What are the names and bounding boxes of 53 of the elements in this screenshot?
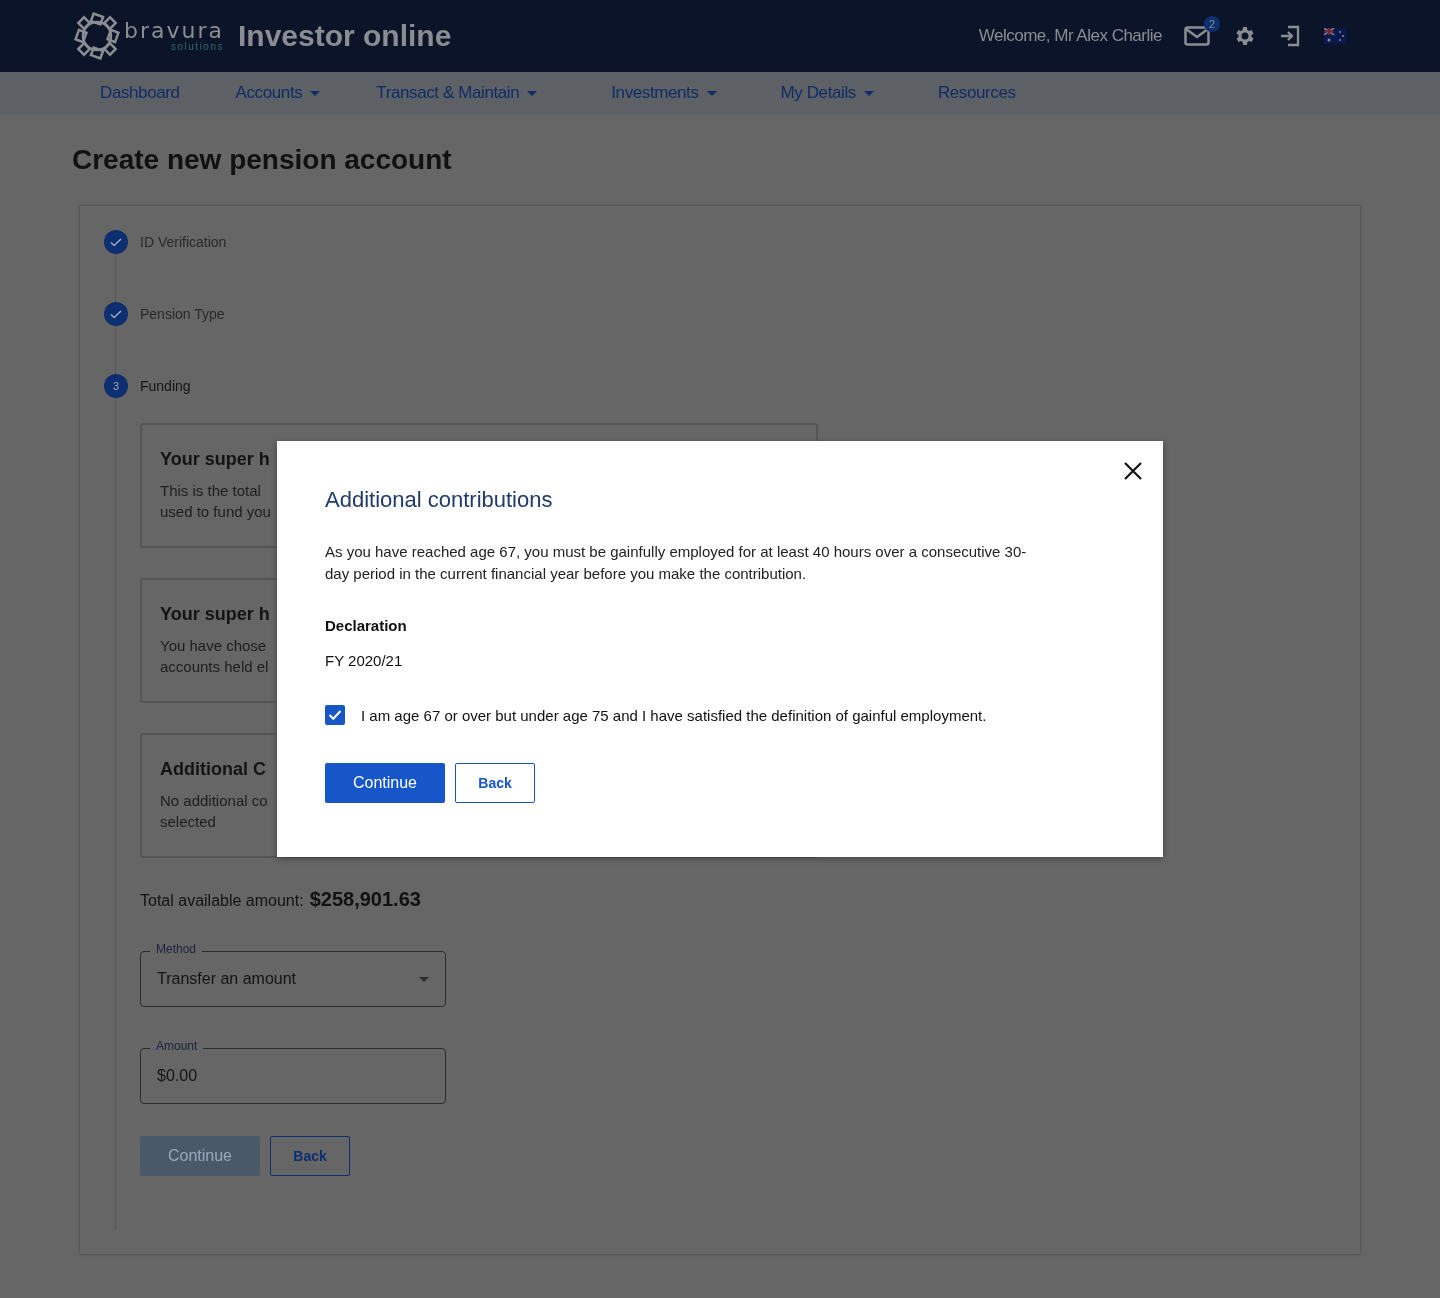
card-text: No additional co xyxy=(160,791,268,811)
checkbox-label: I am age 67 or over but under age 75 and I have satisfied the definition of gainful employment. xyxy=(361,706,987,724)
notification-badge: 2 xyxy=(1204,16,1220,32)
card-text: selected xyxy=(160,812,216,832)
mail-icon xyxy=(1184,26,1210,46)
nav-link[interactable]: Transact & Maintain xyxy=(376,83,538,103)
mail-button[interactable] xyxy=(1184,26,1210,46)
card-title: Additional C xyxy=(160,759,266,780)
step-label: ID Verification xyxy=(140,234,227,250)
nav-link[interactable]: Accounts xyxy=(235,83,321,103)
dialog-text: As you have reached age 67, you must be gainfully employed for at least 40 hours over a consecutive 30-day period in the current financial year before you make the contribution. xyxy=(325,542,1028,584)
card-text: This is the total xyxy=(160,481,261,501)
total-amount: $258,901.63 xyxy=(309,888,421,911)
welcome-text: Welcome, Mr Alex Charlie xyxy=(978,26,1162,46)
caret-icon xyxy=(419,976,429,982)
step-label: Pension Type xyxy=(140,306,225,322)
field-label: Amount xyxy=(150,1039,204,1053)
logo-mark-icon xyxy=(74,12,120,60)
page-title: Create new pension account xyxy=(72,144,453,176)
step-number: 3 xyxy=(104,374,128,398)
card-text: You have chose xyxy=(160,636,267,656)
declaration-heading: Declaration xyxy=(325,617,408,634)
close-icon xyxy=(1123,461,1143,481)
continue-button[interactable]: Continue xyxy=(325,763,445,803)
card-title: Your super h xyxy=(160,604,270,625)
caret-icon xyxy=(863,90,874,96)
caret-icon xyxy=(310,90,321,96)
logout-button[interactable] xyxy=(1278,24,1302,48)
caret-icon xyxy=(706,90,717,96)
check-circle-icon xyxy=(104,230,128,254)
checkbox[interactable] xyxy=(325,705,345,725)
caret-icon xyxy=(527,90,538,96)
card-text: accounts held el xyxy=(160,657,269,677)
logout-icon xyxy=(1278,24,1302,48)
check-circle-icon xyxy=(104,302,128,326)
card-title: Your super h xyxy=(160,449,270,470)
flag-icon[interactable] xyxy=(1324,28,1346,44)
nav-link[interactable]: My Details xyxy=(780,83,874,103)
nav-link[interactable]: Resources xyxy=(937,83,1016,103)
app-title: Investor online xyxy=(238,19,452,53)
field-label: Method xyxy=(150,942,203,956)
financial-year: FY 2020/21 xyxy=(325,652,404,669)
step-label: Funding xyxy=(140,378,191,394)
total-label: Total available amount: xyxy=(140,892,304,910)
dialog-title: Additional contributions xyxy=(325,487,554,513)
logo-wordmark: bravura xyxy=(124,20,224,42)
logo-tagline: solutions xyxy=(171,42,224,52)
close-button[interactable] xyxy=(1123,461,1143,481)
back-button[interactable]: Back xyxy=(270,1136,350,1176)
nav-link[interactable]: Dashboard xyxy=(100,83,180,103)
card-text: used to fund you xyxy=(160,502,271,522)
nav-link[interactable]: Investments xyxy=(611,83,717,103)
back-button[interactable]: Back xyxy=(455,763,535,803)
